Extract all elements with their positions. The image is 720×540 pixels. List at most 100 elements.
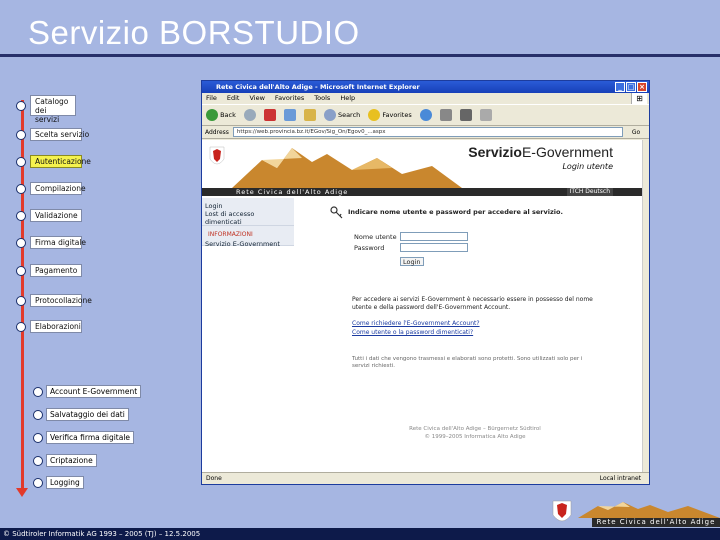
menu-edit[interactable]: Edit <box>227 93 240 104</box>
browser-menubar: File Edit View Favorites Tools Help ⊞ <box>202 93 649 104</box>
login-heading: Indicare nome utente e password per acce… <box>348 208 563 216</box>
browser-title: Rete Civica dell'Alto Adige - Microsoft … <box>216 83 420 91</box>
step-protocollazione[interactable]: Protocollazione <box>16 294 92 307</box>
status-bar: Done Local intranet <box>202 472 649 484</box>
refresh-icon[interactable] <box>283 109 296 121</box>
step-label: Scelta servizio <box>30 128 89 141</box>
print-icon[interactable] <box>459 109 472 121</box>
forward-icon[interactable] <box>243 109 256 121</box>
link-request-account[interactable]: Come richiedere l'E-Government Account? <box>352 320 480 327</box>
scrollbar[interactable] <box>642 140 649 473</box>
step-bullet-icon <box>16 129 26 140</box>
minimize-icon[interactable]: _ <box>615 82 625 92</box>
substep-label: Logging <box>46 476 84 489</box>
step-elaborazioni[interactable]: Elaborazioni <box>16 320 82 333</box>
substep-criptazione[interactable]: Criptazione <box>33 454 97 467</box>
home-icon[interactable] <box>303 109 316 121</box>
status-zone: Local intranet <box>599 475 641 482</box>
password-label: Password <box>354 244 385 252</box>
title-divider <box>0 54 720 57</box>
address-input[interactable]: https://web.provincia.bz.it/EGov/Sig_On/… <box>232 127 623 137</box>
slide-title: Servizio BORSTUDIO <box>28 14 360 51</box>
logo-text: Rete Civica dell'Alto Adige <box>592 518 720 527</box>
step-bullet-icon <box>16 295 26 306</box>
back-button[interactable]: Back <box>206 109 236 121</box>
step-bullet-icon <box>16 156 26 167</box>
sidebar-item-login[interactable]: Login <box>205 202 291 210</box>
page-footer: Rete Civica dell'Alto Adige – Bürgernetz… <box>409 426 541 432</box>
step-firma-digitale[interactable]: Firma digitale <box>16 236 86 249</box>
mail-icon[interactable] <box>439 109 452 121</box>
slide-footer: © Südtiroler Informatik AG 1993 – 2005 (… <box>0 528 720 540</box>
step-label: Compilazione <box>30 182 86 195</box>
step-label: Elaborazioni <box>30 320 82 333</box>
user-input[interactable] <box>400 232 468 241</box>
dolomites-mountain-icon <box>578 502 720 518</box>
step-bullet-icon <box>33 432 43 443</box>
sidebar-info-label: INFORMAZIONI <box>208 231 253 238</box>
step-label: Pagamento <box>30 264 82 277</box>
web-page: ServizioE-Government Login utente Rete C… <box>202 140 643 473</box>
sidebar-info-block: INFORMAZIONI Servizio E-Government <box>202 226 294 248</box>
step-compilazione[interactable]: Compilazione <box>16 182 86 195</box>
step-validazione[interactable]: Validazione <box>16 209 82 222</box>
menu-tools[interactable]: Tools <box>314 93 330 104</box>
step-autenticazione[interactable]: Autenticazione <box>16 155 91 168</box>
step-bullet-icon <box>16 321 26 332</box>
star-icon <box>368 109 381 121</box>
language-switch[interactable]: ITCH Deutsch <box>566 188 613 196</box>
step-bullet-icon <box>16 210 26 221</box>
maximize-icon[interactable]: □ <box>626 82 636 92</box>
edit-icon[interactable] <box>479 109 492 121</box>
link-forgot-password[interactable]: Come utente o la password dimenticati? <box>352 329 473 336</box>
step-bullet-icon <box>33 409 43 420</box>
media-icon[interactable] <box>419 109 432 121</box>
step-scelta-servizio[interactable]: Scelta servizio <box>16 128 89 141</box>
sidebar-item-service[interactable]: Servizio E-Government <box>205 240 291 248</box>
sidebar-item-lost[interactable]: Lost di accesso dimenticati <box>205 210 291 226</box>
close-icon[interactable]: × <box>637 82 647 92</box>
go-button[interactable]: Go <box>623 129 649 136</box>
stop-icon[interactable] <box>263 109 276 121</box>
page-header: ServizioE-Government Login utente <box>202 140 643 188</box>
back-arrow-icon <box>206 109 218 121</box>
menu-view[interactable]: View <box>249 93 264 104</box>
password-input[interactable] <box>400 243 468 252</box>
page-footer-copyright: © 1999–2005 Informatica Alto Adige <box>424 434 526 440</box>
substep-salvataggio[interactable]: Salvataggio dei dati <box>33 408 129 421</box>
step-label: Autenticazione <box>30 155 91 168</box>
substep-label: Verifica firma digitale <box>46 431 135 444</box>
step-catalogo[interactable]: Catalogo dei servizi <box>16 95 76 124</box>
substep-logging[interactable]: Logging <box>33 476 84 489</box>
step-bullet-icon <box>33 386 43 397</box>
menu-favorites[interactable]: Favorites <box>275 93 304 104</box>
rete-civica-logo: Rete Civica dell'Alto Adige <box>552 500 720 527</box>
step-bullet-icon <box>16 100 26 111</box>
menu-file[interactable]: File <box>206 93 217 104</box>
page-sidebar: Login Lost di accesso dimenticati INFORM… <box>202 198 294 473</box>
login-button[interactable]: Login <box>400 257 424 266</box>
substep-account[interactable]: Account E-Government <box>33 385 142 398</box>
step-bullet-icon <box>16 183 26 194</box>
status-text: Done <box>206 475 222 482</box>
address-bar: Address https://web.provincia.bz.it/EGov… <box>202 126 649 139</box>
sidebar-login-block: Login Lost di accesso dimenticati <box>202 198 294 226</box>
flow-arrow-head-icon <box>16 488 28 497</box>
windows-logo-icon: ⊞ <box>631 93 647 104</box>
step-pagamento[interactable]: Pagamento <box>16 264 82 277</box>
privacy-note: Tutti i dati che vengono trasmessi e ela… <box>352 356 583 369</box>
browser-window: Rete Civica dell'Alto Adige - Microsoft … <box>201 80 650 485</box>
page-subtitle: Login utente <box>562 162 613 171</box>
menu-help[interactable]: Help <box>340 93 355 104</box>
step-label: Catalogo dei servizi <box>30 95 76 124</box>
substep-verifica-firma[interactable]: Verifica firma digitale <box>33 431 135 444</box>
search-icon <box>323 109 336 121</box>
user-label: Nome utente <box>354 233 397 241</box>
page-main: Indicare nome utente e password per acce… <box>300 198 620 473</box>
favorites-button[interactable]: Favorites <box>368 109 412 121</box>
substep-label: Salvataggio dei dati <box>46 408 129 421</box>
page-band: Rete Civica dell'Alto Adige ITCH Deutsch <box>202 188 643 196</box>
browser-toolbar: Back Search Favorites <box>202 104 649 126</box>
search-button[interactable]: Search <box>323 109 360 121</box>
step-bullet-icon <box>33 455 43 466</box>
